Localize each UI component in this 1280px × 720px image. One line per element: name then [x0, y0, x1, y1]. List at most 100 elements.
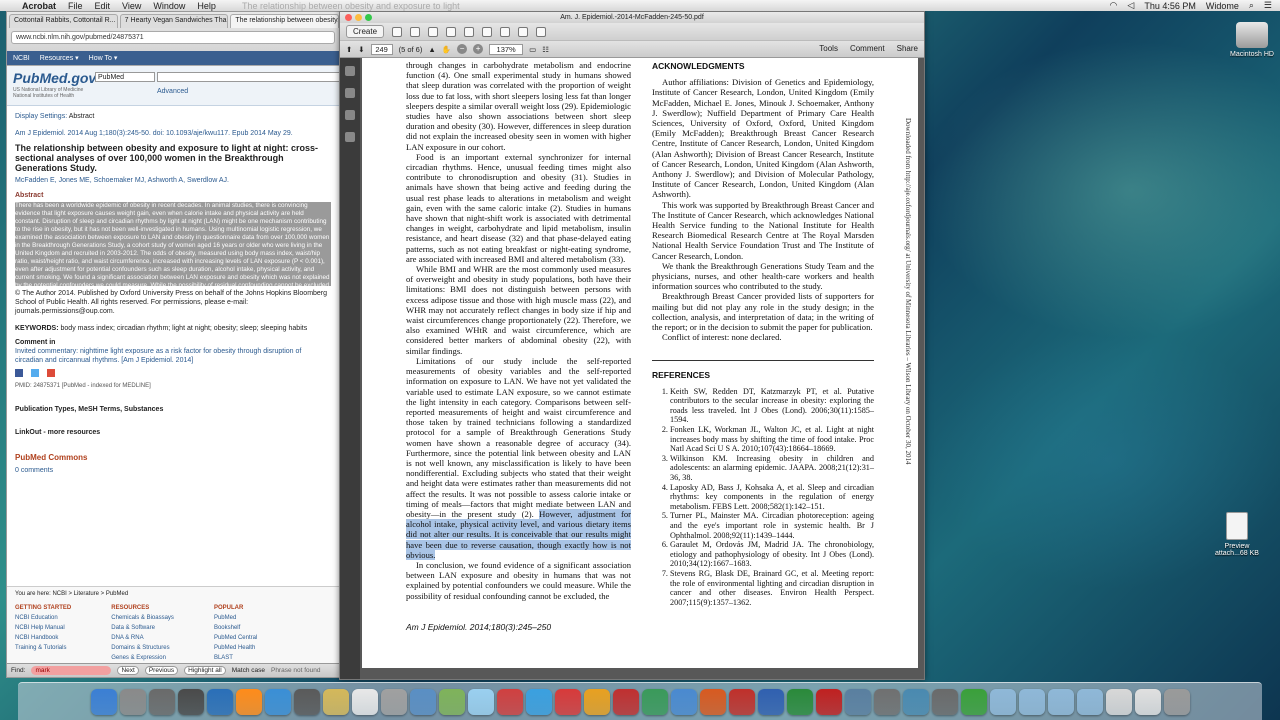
share-button[interactable]: Share [897, 44, 918, 53]
dock-app-icon[interactable] [177, 688, 204, 715]
comment-button[interactable]: Comment [850, 44, 885, 53]
page-number-input[interactable]: 249 [370, 43, 393, 55]
footer-link[interactable]: PubMed [214, 613, 257, 623]
select-tool-icon[interactable]: ▲ [428, 45, 435, 54]
citation[interactable]: Am J Epidemiol. 2014 Aug 1;180(3):245-50… [15, 129, 331, 138]
footer-link[interactable]: Domains & Structures [111, 643, 174, 653]
dock-app-icon[interactable] [815, 688, 842, 715]
dock-app-icon[interactable] [699, 688, 726, 715]
pubmed-logo[interactable]: PubMed.gov [13, 70, 96, 86]
fit-page-icon[interactable]: ▭ [529, 45, 536, 54]
footer-link[interactable]: PubMed Central [214, 633, 257, 643]
settings-icon[interactable] [464, 26, 475, 37]
browser-tab[interactable]: Cottontail Rabbits, Cottontail R... [9, 14, 118, 28]
display-settings-link[interactable]: Display Settings: [15, 113, 67, 120]
dock-app-icon[interactable] [1105, 688, 1132, 715]
facebook-icon[interactable] [15, 369, 23, 377]
dock-app-icon[interactable] [90, 688, 117, 715]
menu-file[interactable]: File [68, 1, 83, 11]
highlight-all-button[interactable]: Highlight all [184, 666, 226, 675]
spotlight-icon[interactable]: ⌕ [1249, 0, 1254, 11]
footer-link[interactable]: DNA & RNA [111, 633, 174, 643]
twitter-icon[interactable] [31, 369, 39, 377]
save-icon[interactable] [410, 26, 421, 37]
display-value[interactable]: Abstract [69, 113, 95, 120]
bookmarks-panel-icon[interactable] [345, 88, 355, 98]
open-icon[interactable] [392, 26, 403, 37]
menu-app[interactable]: Acrobat [22, 1, 56, 11]
dock-app-icon[interactable] [1076, 688, 1103, 715]
footer-link[interactable]: NCBI Help Manual [15, 623, 71, 633]
email-icon[interactable] [446, 26, 457, 37]
pages-panel-icon[interactable] [345, 66, 355, 76]
dock-app-icon[interactable] [1163, 688, 1190, 715]
footer-link[interactable]: Data & Software [111, 623, 174, 633]
ncbi-link[interactable]: NCBI [13, 55, 30, 62]
dock-app-icon[interactable] [438, 688, 465, 715]
minimize-window-icon[interactable] [355, 14, 362, 21]
footer-link[interactable]: Chemicals & Bioassays [111, 613, 174, 623]
dock-app-icon[interactable] [235, 688, 262, 715]
database-select[interactable]: PubMed [95, 72, 155, 82]
linkout-toggle[interactable]: LinkOut - more resources [15, 428, 331, 437]
prev-page-icon[interactable]: ⬆ [346, 45, 352, 54]
footer-link[interactable]: PubMed Health [214, 643, 257, 653]
howto-menu[interactable]: How To ▾ [89, 54, 118, 62]
volume-icon[interactable]: ◁ [1127, 0, 1134, 11]
footer-link[interactable]: NCBI Education [15, 613, 71, 623]
dock-app-icon[interactable] [670, 688, 697, 715]
signatures-panel-icon[interactable] [345, 132, 355, 142]
browser-tab[interactable]: 7 Hearty Vegan Sandwiches Tha... [119, 14, 229, 28]
menu-view[interactable]: View [122, 1, 141, 11]
menu-help[interactable]: Help [197, 1, 216, 11]
zoom-out-icon[interactable]: − [457, 44, 468, 54]
next-page-icon[interactable]: ⬇ [358, 45, 364, 54]
dock-app-icon[interactable] [496, 688, 523, 715]
comments-link[interactable]: 0 comments [15, 466, 331, 475]
url-bar[interactable]: www.ncbi.nlm.nih.gov/pubmed/24875371 [11, 31, 335, 44]
dock-app-icon[interactable] [409, 688, 436, 715]
comment-icon[interactable] [482, 26, 493, 37]
hand-tool-icon[interactable]: ✋ [442, 45, 451, 54]
footer-link[interactable]: Training & Tutorials [15, 643, 71, 653]
dock-app-icon[interactable] [960, 688, 987, 715]
dock-app-icon[interactable] [351, 688, 378, 715]
dock-app-icon[interactable] [641, 688, 668, 715]
dock-app-icon[interactable] [1018, 688, 1045, 715]
dock-app-icon[interactable] [525, 688, 552, 715]
match-case-checkbox[interactable]: Match case [232, 667, 265, 674]
dock-app-icon[interactable] [612, 688, 639, 715]
browser-tab-active[interactable]: The relationship between obesity... [230, 14, 339, 28]
publication-types-toggle[interactable]: Publication Types, MeSH Terms, Substance… [15, 405, 331, 414]
dock-app-icon[interactable] [148, 688, 175, 715]
highlight-icon[interactable] [500, 26, 511, 37]
menu-edit[interactable]: Edit [95, 1, 111, 11]
dock-app-icon[interactable] [931, 688, 958, 715]
zoom-in-icon[interactable]: + [473, 44, 484, 54]
dock-app-icon[interactable] [844, 688, 871, 715]
share-icon[interactable] [536, 26, 547, 37]
footer-link[interactable]: Bookshelf [214, 623, 257, 633]
zoom-input[interactable]: 137% [489, 43, 524, 55]
find-next-button[interactable]: Next [117, 666, 139, 675]
dock-app-icon[interactable] [902, 688, 929, 715]
keywords[interactable]: body mass index; circadian rhythm; light… [61, 325, 308, 332]
menu-window[interactable]: Window [153, 1, 185, 11]
footer-link[interactable]: NCBI Handbook [15, 633, 71, 643]
authors[interactable]: McFadden E, Jones ME, Schoemaker MJ, Ash… [15, 176, 331, 185]
advanced-link[interactable]: Advanced [157, 88, 188, 95]
close-window-icon[interactable] [345, 14, 352, 21]
google-plus-icon[interactable] [47, 369, 55, 377]
dock-app-icon[interactable] [206, 688, 233, 715]
dock-app-icon[interactable] [467, 688, 494, 715]
dock-app-icon[interactable] [293, 688, 320, 715]
dock-app-icon[interactable] [380, 688, 407, 715]
zoom-window-icon[interactable] [365, 14, 372, 21]
footer-link[interactable]: BLAST [214, 653, 257, 663]
dock-app-icon[interactable] [583, 688, 610, 715]
footer-link[interactable]: Genes & Expression [111, 653, 174, 663]
preview-file-icon[interactable]: Preview attach...68 KB [1208, 512, 1266, 557]
tools-button[interactable]: Tools [819, 44, 838, 53]
dock-app-icon[interactable] [757, 688, 784, 715]
dock-app-icon[interactable] [264, 688, 291, 715]
